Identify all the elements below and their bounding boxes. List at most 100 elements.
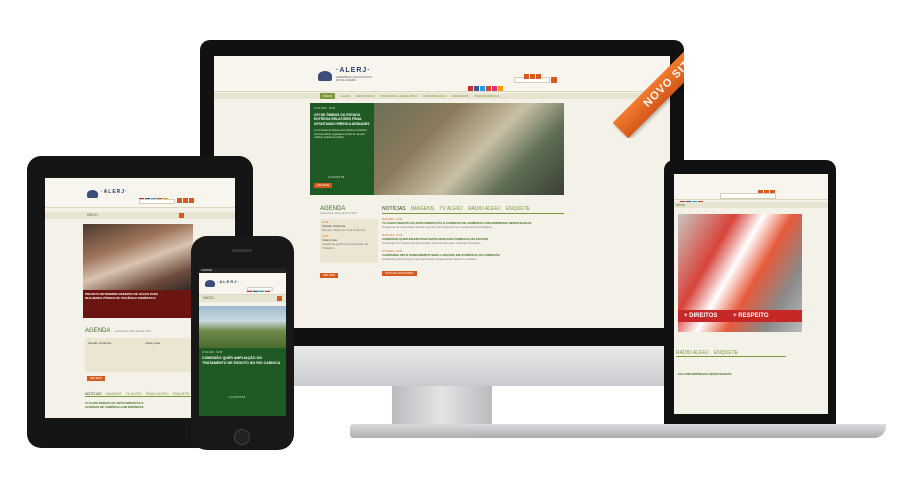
news-body: Comissão de Cultura da Alerj debate ince… [382,241,483,245]
laptop-news-tabs: RÁDIO ALERJ ENQUETE [676,350,786,357]
alerj-logo-icon [87,190,98,198]
nav-item-deputados[interactable]: DEPUTADOS [356,94,374,98]
agenda-date: quarta-feira, 08 de abril de 2016 [320,212,357,215]
hero-more-button[interactable]: LEIA MAIS [314,183,333,188]
banner-right-text: + RESPEITO [733,313,769,319]
agenda-item-sub: Plenário Barbosa Lima Sobrinho [322,228,366,232]
nav-item-inicio[interactable]: INÍCIO [87,213,98,217]
agenda-item-label[interactable]: Vidas praia [145,341,160,345]
search-button[interactable] [551,77,557,83]
news-tabs: NOTÍCIAS IMAGENS TV ALERJ RÁDIO ALERJ EN… [382,206,564,214]
hero-body: A Comissão de Defesa dos Direitos da Mul… [314,129,368,140]
hero-slider: 07.04.2016 · 19:35 CPI DE ÔNIBUS DO ESTA… [310,103,564,195]
laptop-header [674,174,828,206]
nav-item-inicio[interactable]: INÍCIO [203,296,214,300]
laptop-nav: INÍCIO [674,202,828,208]
tab-tv-alerj[interactable]: TV ALERJ [439,206,462,212]
tab-noticias[interactable]: NOTÍCIAS [382,206,406,212]
hero-headline: CPI DE ÔNIBUS DO ESTADO ENTREGA RELATÓRI… [314,113,370,126]
agenda-more-button[interactable]: VER MAIS [320,273,338,278]
laptop-search-input[interactable] [720,193,776,199]
macbook-base [470,424,886,438]
tablet-news-title[interactable]: TV ALERJ DEBATE OS ANTICORRUPÇÃO E ACORD… [85,401,145,409]
tablet-more-button[interactable]: VER MAIS [87,376,105,381]
instagram-icon[interactable] [492,86,497,91]
agenda-item-sub: Audiência pública da Comissão de Trabalh… [322,242,369,250]
alerj-logo: ·ALERJ· [217,279,240,284]
font-size-controls[interactable] [524,66,544,79]
iphone-home-button[interactable] [234,429,250,445]
agenda-item-label[interactable]: Sessão Ordinária [88,341,111,345]
alerj-logo-icon [205,280,215,287]
tab-imagens[interactable]: IMAGENS [106,392,122,396]
hero-date: 07.04.2016 · 19:35 [314,107,335,110]
rss-icon[interactable] [498,86,503,91]
laptop-news-title[interactable]: ...DA COM EMPRESAS INVESTIGADAS [676,372,732,376]
news-body: Programa de entrevistas discute acordos … [382,225,494,229]
tablet-nav: INÍCIO [45,212,235,219]
tablet-hero-caption: PROJETO DETERMINA RESERVA DE VAGAS PARA … [83,290,193,318]
nav-item-alerj[interactable]: ALERJ [341,94,350,98]
tab-noticias[interactable]: NOTÍCIAS [85,392,102,396]
menu-icon[interactable] [179,213,184,218]
tab-radio-alerj[interactable]: RÁDIO ALERJ [146,392,169,396]
news-more-button[interactable]: NOTÍCIAS ANTERIORES [382,271,417,276]
tab-enquete[interactable]: ENQUETE [714,350,738,356]
tab-tv-alerj[interactable]: TV ALERJ [126,392,142,396]
alerj-logo: ·ALERJ· [336,67,371,74]
tablet-hero-headline: PROJETO DETERMINA RESERVA DE VAGAS PARA … [85,292,159,300]
alerj-logo: ·ALERJ· [101,189,128,195]
tab-enquete[interactable]: ENQUETE [173,392,190,396]
tablet-news-tabs: NOTÍCIAS IMAGENS TV ALERJ RÁDIO ALERJ EN… [85,392,195,397]
hero-caption-panel: 07.04.2016 · 19:35 CPI DE ÔNIBUS DO ESTA… [310,103,374,195]
nav-item-transparencia[interactable]: TRANSPARÊNCIA [474,94,499,98]
device-mockup-scene: ·ALERJ· ASSEMBLEIA LEGISLATIVA DO RIO DE… [0,0,900,502]
youtube-icon[interactable] [468,86,473,91]
nav-item-comunicacao[interactable]: COMUNICAÇÃO [423,94,446,98]
nav-item-cidadania[interactable]: CIDADANIA [452,94,468,98]
nav-item-inicio[interactable]: INÍCIO [320,93,336,99]
imac-stand [392,386,492,428]
tab-imagens[interactable]: IMAGENS [411,206,434,212]
tab-radio-alerj[interactable]: RÁDIO ALERJ [676,350,709,356]
hero-pagination: 1 2 3 4 5 6 7 8 [328,176,344,179]
phone-nav: INÍCIO [199,295,286,302]
phone-hero-date: 07.04.2016 · 19:35 [202,351,223,354]
phone-pagination: 1 2 3 4 5 6 7 8 [229,396,245,399]
tablet-search-input[interactable] [139,199,175,204]
news-item[interactable]: 07.04.2016 · 19:00 CAMPANHA PELO SANEAME… [382,250,564,261]
phone-search-input[interactable] [247,287,273,291]
nav-item-processo-legislativo[interactable]: PROCESSO LEGISLATIVO [381,94,418,98]
news-item[interactable]: 08.04.2016 · 12:00 COMISSÃO QUER INCENTI… [382,234,564,245]
facebook-icon[interactable] [474,86,479,91]
banner-left-text: + DIREITOS [684,313,718,319]
phone-hero-caption: 07.04.2016 · 19:35 COMISSÃO QUER AMPLIAÇ… [199,348,286,416]
tab-enquete[interactable]: ENQUETE [506,206,530,212]
tablet-agenda-list: Sessão Ordinária Vidas praia [85,338,195,372]
alerj-logo-subtitle: ASSEMBLEIA LEGISLATIVA DO RIO DE JANEIRO [336,76,373,82]
laptop-site: INÍCIO + DIREITOS + RESPEITO RÁDIO ALERJ… [674,174,828,414]
nav-item-inicio[interactable]: INÍCIO [676,203,685,207]
new-site-ribbon: NOVO SITE [586,40,684,138]
tablet-font-controls[interactable] [177,190,194,208]
news-item[interactable]: 08.04.2016 · 14:00 TV ALERJ DEBATE OS AN… [382,218,564,229]
phone-hero-photo [199,306,286,348]
google-plus-icon[interactable] [486,86,491,91]
hero-dot[interactable]: 8 [343,176,344,179]
ribbon-label: NOVO SITE [612,40,684,138]
tablet-agenda-date: quarta-feira, 08 de abril de 2016 [115,330,151,333]
news-panel: NOTÍCIAS IMAGENS TV ALERJ RÁDIO ALERJ EN… [382,206,564,279]
hero-photo [374,103,564,195]
menu-icon[interactable] [277,296,282,301]
phone-site: CARRIER ·ALERJ· INÍCIO 07.04.2016 · 19:3… [199,268,286,416]
tablet-hero-photo [83,224,193,290]
hero-dot[interactable]: 8 [244,396,245,399]
phone-hero-headline: COMISSÃO QUER AMPLIAÇÃO DO TRATAMENTO DE… [202,356,281,365]
laptop-hero-photo: + DIREITOS + RESPEITO [678,214,802,332]
twitter-icon[interactable] [480,86,485,91]
agenda-panel: AGENDA quarta-feira, 08 de abril de 2016… [320,206,378,281]
tablet-agenda-title: AGENDA [85,328,111,334]
tab-radio-alerj[interactable]: RÁDIO ALERJ [468,206,501,212]
iphone-speaker [232,249,252,252]
tablet-header: ·ALERJ· [45,178,235,208]
